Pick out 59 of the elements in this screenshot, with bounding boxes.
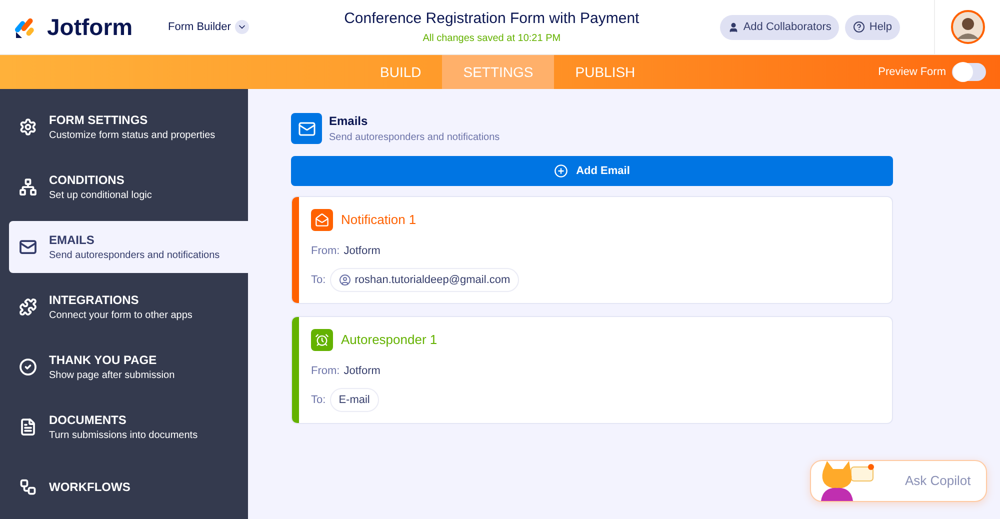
sidebar-item-title: CONDITIONS (49, 172, 126, 189)
gear-icon (19, 118, 37, 136)
user-icon (728, 22, 740, 32)
to-label: To: (311, 392, 326, 408)
email-card[interactable]: Autoresponder 1 From: Jotform To: E-mail (291, 316, 893, 424)
from-value: Jotform (344, 364, 380, 379)
email-title: Notification 1 (341, 211, 416, 230)
sidebar-item-title: FORM SETTINGS (49, 112, 149, 129)
sidebar-item-title: DOCUMENTS (49, 412, 128, 429)
envelope-icon (291, 113, 322, 144)
from-label: From: (311, 244, 340, 259)
plus-icon (554, 164, 568, 178)
section-subtitle: Send autoresponders and notifications (329, 131, 500, 145)
sidebar-item[interactable]: FORM SETTINGS Customize form status and properties (9, 101, 248, 153)
sidebar-item-subtitle: Send autoresponders and notifications (49, 249, 221, 263)
help-icon (853, 21, 866, 33)
sidebar-item-title: EMAILS (49, 232, 96, 249)
email-card[interactable]: Notification 1 From: Jotform To: roshan.tutorialdeep@gmail.com (291, 196, 893, 304)
user-icon (338, 274, 351, 286)
envelope-icon (19, 238, 37, 256)
sidebar-item-subtitle: Show page after submission (49, 369, 176, 383)
add-collaborators-button[interactable]: Add Collaborators (720, 14, 840, 40)
preview-form-label: Preview Form (878, 64, 946, 80)
from-label: From: (311, 364, 340, 379)
sidebar-item[interactable]: THANK YOU PAGE Show page after submission (9, 341, 248, 393)
sidebar-item-title: WORKFLOWS (49, 479, 132, 496)
check-circle-icon (19, 358, 37, 376)
sidebar-item-subtitle: Set up conditional logic (49, 189, 153, 203)
document-icon (19, 418, 37, 436)
sidebar-item-subtitle: Turn submissions into documents (49, 429, 199, 443)
preview-toggle[interactable] (952, 63, 986, 81)
sidebar-item[interactable]: DOCUMENTS Turn submissions into documents (9, 401, 248, 453)
sidebar-item[interactable]: INTEGRATIONS Connect your form to other apps (9, 281, 248, 333)
save-status: All changes saved at 10:21 PM (422, 32, 561, 46)
alarm-clock-icon (311, 329, 333, 351)
hierarchy-icon (19, 178, 37, 196)
sidebar-item[interactable]: CONDITIONS Set up conditional logic (9, 161, 248, 213)
to-label: To: (311, 272, 326, 288)
workflow-icon (19, 478, 37, 496)
form-title: Conference Registration Form with Payment (344, 9, 640, 30)
sidebar-item-title: INTEGRATIONS (49, 292, 140, 309)
sidebar-item-subtitle: Customize form status and properties (49, 129, 216, 143)
from-value: Jotform (344, 244, 380, 259)
section-title: Emails (329, 113, 369, 130)
recipient-chip: E-mail (330, 388, 379, 412)
email-title: Autoresponder 1 (341, 331, 438, 350)
form-builder-menu[interactable]: Form Builder (168, 18, 249, 36)
add-email-button[interactable]: Add Email (291, 156, 893, 186)
chevron-down-icon (234, 20, 249, 34)
envelope-icon (311, 209, 333, 231)
sidebar-item-subtitle: Connect your form to other apps (49, 309, 194, 323)
help-button[interactable]: Help (845, 14, 900, 40)
sidebar-item[interactable]: WORKFLOWS (9, 461, 248, 513)
brand-name: Jotform (47, 12, 133, 42)
sidebar-item[interactable]: EMAILS Send autoresponders and notifications (9, 221, 248, 273)
puzzle-icon (19, 298, 37, 316)
sidebar-item-title: THANK YOU PAGE (49, 352, 158, 369)
avatar[interactable] (950, 10, 984, 44)
recipient-chip: roshan.tutorialdeep@gmail.com (330, 268, 520, 292)
